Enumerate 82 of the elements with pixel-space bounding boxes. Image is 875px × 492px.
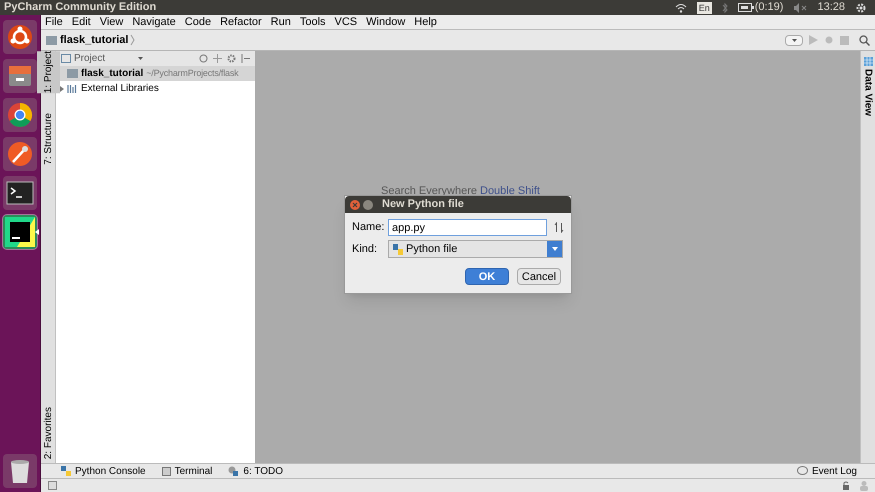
- wifi-icon: [674, 2, 687, 14]
- menu-item[interactable]: Help: [414, 14, 437, 30]
- menu-item[interactable]: Window: [366, 14, 406, 30]
- close-button[interactable]: [350, 200, 360, 210]
- menu-item[interactable]: Navigate: [132, 14, 176, 30]
- breadcrumb-item[interactable]: flask_tutorial: [60, 32, 128, 48]
- shortcut-text: Double Shift: [480, 184, 540, 199]
- tool-window-button[interactable]: 6: TODO: [243, 464, 284, 478]
- pycharm-logo-icon: [5, 217, 35, 247]
- hide-icon: [241, 54, 250, 63]
- launcher-item[interactable]: [3, 20, 37, 54]
- kind-dropdown[interactable]: Python file: [388, 240, 563, 258]
- tree-item-label: External Libraries: [81, 82, 159, 96]
- gear-icon: [227, 54, 236, 63]
- table-icon: [864, 57, 872, 66]
- menu-item[interactable]: VCS: [334, 14, 358, 30]
- gear-icon: [855, 2, 867, 14]
- menu-item[interactable]: Code: [184, 14, 212, 30]
- terminal-icon: [162, 466, 171, 476]
- launcher-item[interactable]: [3, 137, 37, 171]
- tool-window-button[interactable]: Terminal: [174, 464, 212, 478]
- tree-item-label: flask_tutorial: [81, 67, 144, 81]
- tool-window-tab[interactable]: Data View: [860, 69, 875, 116]
- field-label: Kind:: [352, 242, 378, 257]
- terminal-icon: [6, 181, 34, 205]
- tool-window-button[interactable]: Python Console: [75, 464, 146, 478]
- tool-window-tab[interactable]: 1: Project: [36, 51, 60, 94]
- window-title: PyCharm Community Edition: [4, 0, 156, 16]
- menu-item[interactable]: File: [45, 14, 63, 30]
- keyboard-layout-indicator[interactable]: En: [696, 2, 712, 14]
- lock-icon: [842, 481, 850, 490]
- bluetooth-icon: [722, 2, 728, 14]
- hint-text: Search Everywhere: [381, 184, 477, 199]
- file-cabinet-icon: [7, 63, 33, 89]
- search-icon: [859, 34, 870, 46]
- collapsed-arrow-icon[interactable]: [60, 86, 64, 92]
- close-icon: [352, 202, 358, 208]
- sort-arrows-icon: [554, 222, 564, 233]
- field-label: Name:: [352, 220, 386, 236]
- battery-time: (0:19): [754, 0, 784, 16]
- python-file-icon: [393, 244, 403, 254]
- caret-down-icon: [138, 57, 144, 60]
- browser-icon: [7, 102, 33, 128]
- menu-item[interactable]: Run: [270, 14, 291, 30]
- event-log-button[interactable]: Event Log: [812, 464, 857, 478]
- trash-launcher-item[interactable]: [3, 454, 37, 488]
- caret-down-icon: [552, 247, 558, 251]
- name-field[interactable]: app.py: [388, 219, 547, 236]
- stop-icon: [840, 36, 849, 44]
- menu-item[interactable]: Edit: [72, 14, 91, 30]
- trash-icon: [9, 458, 31, 484]
- speech-bubble-icon: [796, 466, 808, 476]
- launcher-item[interactable]: [3, 59, 37, 93]
- menu-item[interactable]: View: [100, 14, 124, 30]
- dialog-title: New Python file: [382, 197, 464, 212]
- clock: 13:28: [817, 0, 845, 16]
- python-icon: [61, 466, 71, 476]
- play-icon: [809, 35, 818, 45]
- todo-icon: [228, 466, 240, 476]
- launcher-item[interactable]: [3, 215, 37, 249]
- menu-item[interactable]: Refactor: [220, 14, 262, 30]
- folder-icon: [67, 69, 78, 78]
- battery-icon: [738, 3, 754, 12]
- folder-icon: [46, 36, 57, 44]
- run-configuration-dropdown[interactable]: [785, 34, 803, 46]
- library-icon: [67, 84, 78, 93]
- launcher-item[interactable]: [3, 176, 37, 210]
- tool-window-tab[interactable]: 2: Favorites: [36, 406, 60, 459]
- menu-item[interactable]: Tools: [300, 14, 326, 30]
- cancel-button[interactable]: Cancel: [517, 268, 561, 285]
- tree-item-path: ~/PycharmProjects/flask: [146, 66, 238, 80]
- speaker-muted-icon: [793, 2, 808, 14]
- project-view-icon: [61, 54, 71, 63]
- tool-window-tab[interactable]: 7: Structure: [36, 113, 60, 165]
- maximize-button[interactable]: [363, 200, 373, 210]
- caret-down-icon: [792, 38, 796, 42]
- ok-button[interactable]: OK: [465, 268, 509, 285]
- launcher-item[interactable]: [3, 98, 37, 132]
- rocket-icon: [7, 141, 33, 167]
- ubuntu-logo-icon: [7, 24, 33, 50]
- panel-title[interactable]: Project: [74, 51, 106, 66]
- chevron-right-icon: [130, 34, 136, 46]
